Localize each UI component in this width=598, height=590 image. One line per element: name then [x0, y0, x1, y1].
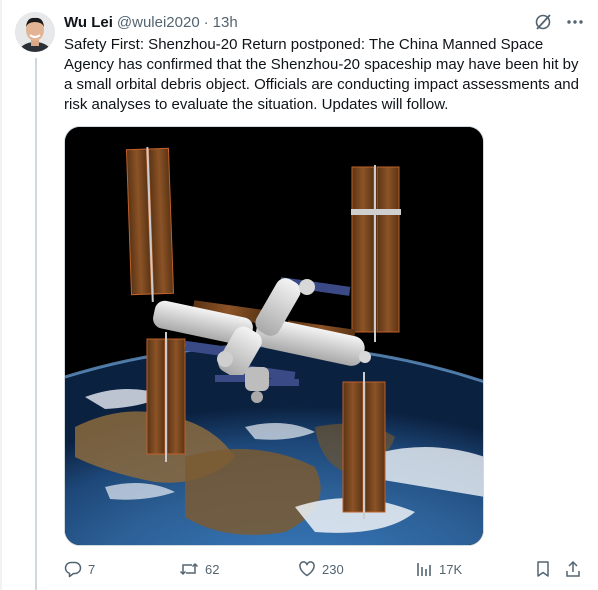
header-actions [534, 12, 584, 32]
timeline-border [0, 0, 2, 590]
bookmark-button[interactable] [534, 560, 552, 578]
solar-array [125, 147, 175, 302]
action-bar: 7 62 230 17K [64, 558, 584, 580]
like-button[interactable]: 230 [298, 560, 344, 578]
views-icon [417, 563, 431, 576]
space-station-image [65, 127, 483, 545]
avatar[interactable] [15, 12, 55, 52]
repost-count: 62 [205, 561, 220, 577]
repost-button[interactable]: 62 [179, 560, 219, 578]
reply-button[interactable]: 7 [64, 560, 95, 578]
reply-icon [64, 561, 82, 578]
tweet-card[interactable]: Wu Lei @wulei2020 · 13h Safety First: Sh… [0, 0, 598, 590]
author-name[interactable]: Wu Lei [64, 14, 113, 31]
share-icon [566, 560, 580, 577]
grok-icon[interactable] [534, 13, 552, 31]
separator-dot: · [203, 13, 209, 31]
tweet-text: Safety First: Shenzhou-20 Return postpon… [64, 36, 579, 113]
heart-icon [299, 561, 315, 577]
more-icon[interactable] [566, 13, 584, 31]
views-button[interactable]: 17K [415, 560, 462, 578]
like-count: 230 [322, 561, 344, 577]
bookmark-icon [537, 561, 549, 577]
views-count: 17K [439, 561, 463, 577]
thread-line [35, 58, 37, 590]
author-handle[interactable]: @wulei2020 [117, 14, 200, 31]
tweet-header: Wu Lei @wulei2020 · 13h [64, 12, 538, 32]
repost-icon [179, 562, 199, 576]
timestamp[interactable]: 13h [213, 14, 238, 31]
avatar-image [15, 12, 55, 52]
tweet-media[interactable] [64, 126, 484, 546]
reply-count: 7 [88, 561, 96, 577]
share-button[interactable] [564, 560, 582, 578]
